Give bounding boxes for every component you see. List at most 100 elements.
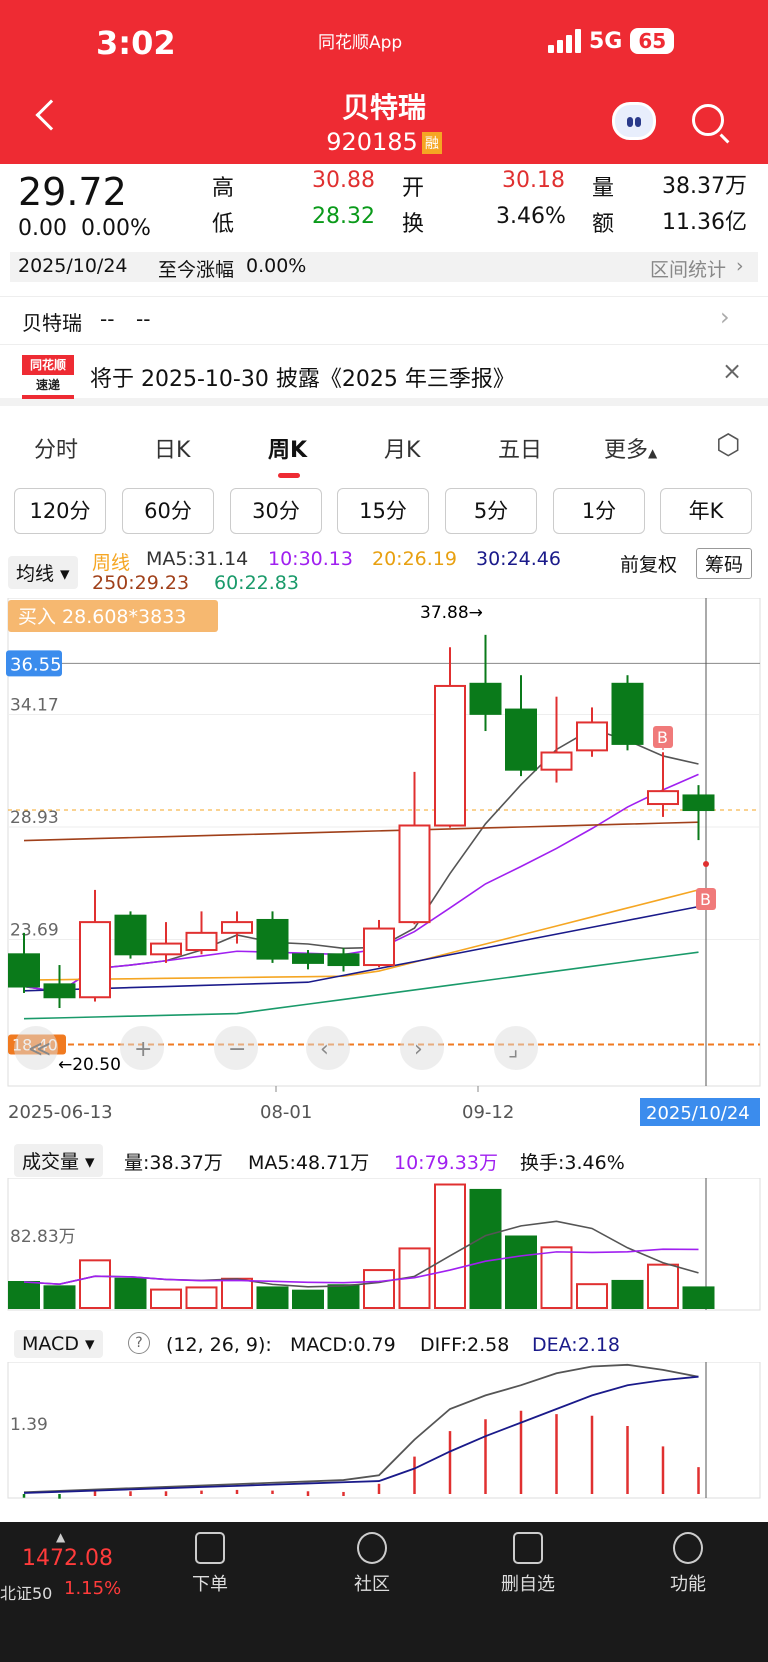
help-icon[interactable]: ? — [128, 1332, 150, 1354]
chart-control-icon: › — [414, 1037, 423, 1062]
status-time: 3:02 — [96, 24, 176, 62]
candle-body — [647, 790, 679, 806]
bottom-nav: ▲ 1472.08 北证50 1.15% 下单 社区 删自选 功能 — [0, 1522, 768, 1662]
company-name: 贝特瑞 — [22, 311, 82, 335]
period-15min[interactable]: 15分 — [337, 488, 429, 534]
range-value: 0.00% — [246, 255, 307, 277]
period-1min[interactable]: 1分 — [553, 488, 645, 534]
y-tick-label: 23.69 — [10, 921, 59, 941]
chevron-right-icon: › — [720, 303, 730, 331]
order-button[interactable]: 下单 — [170, 1532, 250, 1596]
order-icon — [195, 1532, 225, 1564]
range-stat-link[interactable]: 区间统计 — [650, 255, 726, 282]
dea-line — [23, 1375, 699, 1494]
ma10-value: 10:30.13 — [268, 548, 353, 570]
remove-watchlist-label: 删自选 — [501, 1574, 555, 1595]
functions-label: 功能 — [670, 1574, 706, 1595]
tab-daily-k[interactable]: 日K — [154, 432, 190, 464]
community-label: 社区 — [354, 1574, 390, 1595]
turnover-value: 3.46% — [496, 204, 566, 229]
volume-bar — [8, 1281, 40, 1309]
volume-bar — [576, 1283, 608, 1309]
y-tick-label: 28.93 — [10, 808, 59, 828]
notice-banner[interactable]: 同花顺 速递 将于 2025-10-30 披露《2025 年三季报》 × — [0, 344, 768, 406]
ma60-line — [23, 951, 699, 1020]
chart-control-icon: ⌟ — [508, 1037, 518, 1062]
macd-params: (12, 26, 9): — [166, 1334, 272, 1356]
volume-now: 量:38.37万 — [124, 1152, 223, 1174]
macd-y-tick: 1.39 — [10, 1415, 48, 1435]
period-30min[interactable]: 30分 — [230, 488, 322, 534]
ma60-value: 60:22.83 — [214, 572, 299, 594]
high-label: 高 — [212, 176, 235, 201]
tab-five-day[interactable]: 五日 — [498, 432, 542, 464]
max-price-label: 37.88→ — [420, 603, 483, 623]
chips-button[interactable]: 筹码 — [696, 548, 753, 579]
amount-label: 额 — [592, 212, 615, 237]
amount-value: 11.36亿 — [662, 210, 747, 235]
close-icon[interactable]: × — [722, 357, 742, 385]
candle-body — [327, 953, 360, 967]
macd-chart: 1.39 — [7, 1362, 761, 1499]
volume-bar — [434, 1183, 466, 1309]
logo-bottom: 速递 — [22, 375, 74, 395]
status-app-name: 同花顺App — [318, 33, 403, 53]
volume-bar — [505, 1235, 537, 1309]
community-button[interactable]: 社区 — [332, 1532, 412, 1596]
volume-label: 量 — [592, 176, 615, 201]
volume-bar — [221, 1277, 253, 1309]
x-tick-label: 09-12 — [462, 1102, 514, 1123]
ma250-line — [23, 821, 699, 842]
price-change: 0.00 0.00% — [18, 216, 151, 241]
settings-icon[interactable]: ⬡ — [716, 428, 740, 461]
dea-value: DEA:2.18 — [532, 1334, 621, 1356]
chart-control-icon: + — [134, 1037, 152, 1062]
tab-more-label: 更多 — [604, 438, 649, 463]
tab-monthly-k[interactable]: 月K — [384, 432, 420, 464]
tab-more[interactable]: 更多▲ — [604, 432, 657, 464]
ma-select-label: 均线 — [16, 563, 55, 585]
volume-bar — [185, 1286, 218, 1309]
index-name: 北证50 — [0, 1584, 53, 1603]
assistant-robot-icon[interactable] — [612, 102, 656, 140]
range-bar[interactable]: 2025/10/24 至今涨幅 0.00% 区间统计 › — [10, 252, 758, 282]
volume-ma5: MA5:48.71万 — [248, 1152, 370, 1174]
search-icon[interactable] — [692, 104, 724, 136]
functions-button[interactable]: 功能 — [648, 1532, 728, 1596]
caret-up-icon: ▲ — [56, 1530, 66, 1544]
minus-box-icon — [513, 1532, 543, 1564]
candle-body — [469, 682, 502, 715]
period-120min[interactable]: 120分 — [14, 488, 106, 534]
period-year-k[interactable]: 年K — [660, 488, 752, 534]
adjust-label[interactable]: 前复权 — [620, 550, 677, 577]
x-crosshair-label: 2025/10/24 — [646, 1103, 750, 1124]
candlestick-chart[interactable]: 39.4134.1728.9323.6918.4536.55买入 28.608*… — [0, 598, 768, 1132]
ma20-value: 20:26.19 — [372, 548, 457, 570]
period-5min[interactable]: 5分 — [445, 488, 537, 534]
header-bar: 3:02 同花顺App 5G 65 贝特瑞 920185 融 — [0, 0, 768, 164]
index-value[interactable]: 1472.08 — [22, 1546, 113, 1571]
volume-turnover: 换手:3.46% — [520, 1152, 625, 1174]
ma10-line — [23, 773, 699, 993]
order-label: 下单 — [192, 1574, 228, 1595]
volume-select-label: 成交量 — [22, 1151, 80, 1173]
company-v1: -- — [100, 307, 115, 331]
volume-bar — [256, 1286, 289, 1309]
news-logo: 同花顺 速递 — [22, 355, 74, 399]
volume-select[interactable]: 成交量 ▾ — [14, 1144, 103, 1177]
tab-intraday[interactable]: 分时 — [34, 432, 78, 464]
period-60min[interactable]: 60分 — [122, 488, 214, 534]
remove-watchlist-button[interactable]: 删自选 — [488, 1532, 568, 1596]
volume-legend: 成交量 ▾ 量:38.37万 MA5:48.71万 10:79.33万 换手:3… — [0, 1138, 768, 1178]
volume-bar — [363, 1269, 395, 1310]
volume-ma10: 10:79.33万 — [394, 1152, 498, 1174]
ma-select[interactable]: 均线 ▾ — [8, 556, 78, 589]
candle-body — [185, 931, 218, 952]
company-row[interactable]: 贝特瑞 -- -- › — [0, 296, 768, 340]
macd-select[interactable]: MACD ▾ — [14, 1330, 103, 1358]
chevron-right-icon: › — [736, 255, 744, 277]
candle-body — [540, 751, 573, 771]
period-label: 周线 — [92, 552, 131, 574]
candle-body — [434, 684, 466, 827]
tab-weekly-k[interactable]: 周K — [268, 432, 307, 478]
